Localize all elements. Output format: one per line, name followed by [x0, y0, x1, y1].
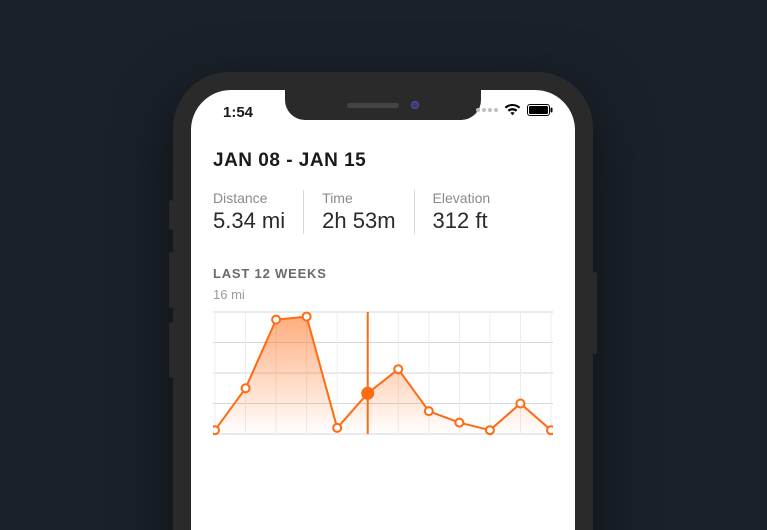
stat-distance[interactable]: Distance 5.34 mi	[213, 190, 303, 234]
stat-distance-label: Distance	[213, 190, 285, 206]
stat-elevation-label: Elevation	[433, 190, 491, 206]
stat-elevation-value: 312 ft	[433, 208, 491, 234]
stat-time-label: Time	[322, 190, 395, 206]
status-right	[476, 104, 553, 116]
side-button-power	[593, 272, 597, 354]
cellular-dots-icon	[476, 108, 498, 112]
stat-elevation[interactable]: Elevation 312 ft	[414, 190, 509, 234]
date-range-heading: JAN 08 - JAN 15	[213, 150, 553, 172]
stat-time-value: 2h 53m	[322, 208, 395, 234]
distance-chart[interactable]	[213, 308, 553, 438]
status-bar: 1:54	[191, 90, 575, 134]
stat-time[interactable]: Time 2h 53m	[303, 190, 413, 234]
wifi-icon	[504, 104, 521, 116]
side-button-silence	[169, 200, 173, 230]
chart-section-title: LAST 12 WEEKS	[213, 266, 553, 281]
phone-screen: 1:54 JAN	[191, 90, 575, 530]
side-button-vol-down	[169, 322, 173, 378]
chart-y-top-label: 16 mi	[213, 287, 553, 302]
battery-icon	[527, 104, 553, 116]
content-area: JAN 08 - JAN 15 Distance 5.34 mi Time 2h…	[191, 134, 575, 438]
stats-row: Distance 5.34 mi Time 2h 53m Elevation 3…	[213, 190, 553, 234]
side-button-vol-up	[169, 252, 173, 308]
status-time: 1:54	[223, 104, 253, 121]
stat-distance-value: 5.34 mi	[213, 208, 285, 234]
phone-frame: 1:54 JAN	[173, 72, 593, 530]
